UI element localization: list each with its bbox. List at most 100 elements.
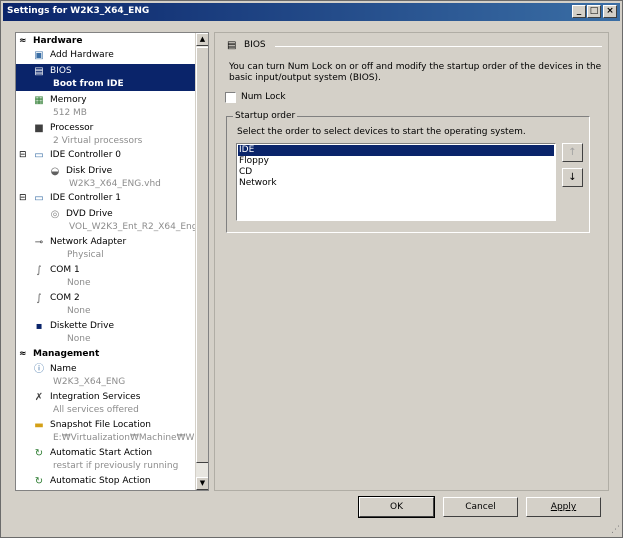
auto-start-icon: ↻ <box>34 448 44 459</box>
memory-icon: ▦ <box>34 95 44 106</box>
apply-button[interactable]: Apply <box>526 497 601 517</box>
tree-item-label: Integration Services <box>50 392 141 402</box>
tree-item-bios[interactable]: ▤ BIOS Boot from IDE <box>16 64 196 91</box>
tree-item-label: Automatic Start Action <box>50 448 153 458</box>
tree-item-sublabel: All services offered <box>53 405 139 415</box>
bios-settings-panel: ▤ BIOS You can turn Num Lock on or off a… <box>214 32 609 491</box>
boot-order-list[interactable]: IDE Floppy CD Network <box>236 143 556 221</box>
tree-item-add-hardware[interactable]: ▣ Add Hardware <box>16 49 196 63</box>
folder-icon: ▬ <box>34 420 44 431</box>
move-up-button[interactable]: ↑ <box>562 143 583 162</box>
bios-icon: ▤ <box>227 40 237 51</box>
tree-item-label: Memory <box>50 95 87 105</box>
tree-item-snapshot-location[interactable]: ▬ Snapshot File Location E:₩Virtualizati… <box>16 418 208 445</box>
integration-services-icon: ✗ <box>34 392 44 403</box>
resize-grip-icon[interactable]: ⋰ <box>611 525 620 535</box>
collapse-expander-icon[interactable]: ⊟ <box>19 150 27 160</box>
scroll-down-button[interactable]: ▼ <box>196 477 208 490</box>
startup-order-group: Startup order Select the order to select… <box>226 111 590 233</box>
auto-stop-icon: ↻ <box>34 476 44 487</box>
tree-item-com1[interactable]: ∫ COM 1 None <box>16 263 196 290</box>
boot-item-network[interactable]: Network <box>238 178 554 189</box>
startup-order-legend: Startup order <box>233 111 298 121</box>
tree-scrollbar[interactable]: ▲ ▼ <box>195 33 208 490</box>
scroll-thumb[interactable] <box>196 47 208 463</box>
com-port-icon: ∫ <box>36 265 42 276</box>
numlock-checkbox[interactable] <box>225 92 236 103</box>
ok-button[interactable]: OK <box>358 496 435 518</box>
section-hardware[interactable]: ≈ Hardware <box>16 35 196 48</box>
ide-controller-icon: ▭ <box>34 193 44 204</box>
move-down-button[interactable]: ↓ <box>562 168 583 187</box>
tree-item-label: Automatic Stop Action <box>50 476 151 486</box>
scroll-up-button[interactable]: ▲ <box>196 33 208 46</box>
tree-item-com2[interactable]: ∫ COM 2 None <box>16 291 196 318</box>
com-port-icon: ∫ <box>36 293 42 304</box>
tree-item-sublabel: Boot from IDE <box>53 79 124 89</box>
tree-item-sublabel: None <box>67 334 91 344</box>
boot-item-cd[interactable]: CD <box>238 167 554 178</box>
section-hardware-label: Hardware <box>33 36 83 46</box>
tree-item-sublabel: restart if previously running <box>53 461 179 471</box>
title-bar[interactable]: Settings for W2K3_X64_ENG _ □ × <box>3 3 620 21</box>
tree-item-memory[interactable]: ▦ Memory 512 MB <box>16 93 196 120</box>
tree-item-label: Add Hardware <box>50 50 114 60</box>
processor-icon: ■ <box>34 123 44 134</box>
dvd-drive-icon: ◎ <box>50 209 60 220</box>
disk-drive-icon: ◒ <box>50 166 60 177</box>
window-title: Settings for W2K3_X64_ENG <box>7 6 150 16</box>
tree-item-dvd-drive[interactable]: ◎ DVD Drive VOL_W2K3_Ent_R2_X64_Eng_... <box>16 207 208 234</box>
tree-item-sublabel: 2 Virtual processors <box>53 136 143 146</box>
collapse-icon: ≈ <box>19 36 27 46</box>
tree-item-sublabel: None <box>67 278 91 288</box>
tree-item-label: Network Adapter <box>50 237 127 247</box>
section-management[interactable]: ≈ Management <box>16 348 196 361</box>
tree-item-disk-drive[interactable]: ◒ Disk Drive W2K3_X64_ENG.vhd <box>16 164 196 191</box>
bios-header-label: BIOS <box>244 40 266 50</box>
startup-order-hint: Select the order to select devices to st… <box>237 127 526 137</box>
tree-item-label: IDE Controller 1 <box>50 193 121 203</box>
network-adapter-icon: ⊸ <box>34 237 44 248</box>
boot-item-ide[interactable]: IDE <box>238 145 554 156</box>
tree-item-sublabel: Physical <box>67 250 104 260</box>
tree-item-network-adapter[interactable]: ⊸ Network Adapter Physical <box>16 235 196 262</box>
tree-item-processor[interactable]: ■ Processor 2 Virtual processors <box>16 121 196 148</box>
tree-item-auto-start[interactable]: ↻ Automatic Start Action restart if prev… <box>16 446 196 473</box>
name-icon: ⓘ <box>34 364 44 375</box>
minimize-button[interactable]: _ <box>572 5 586 18</box>
add-hardware-icon: ▣ <box>34 50 44 61</box>
tree-item-sublabel: VOL_W2K3_Ent_R2_X64_Eng_... <box>69 222 209 232</box>
tree-item-label: IDE Controller 0 <box>50 150 121 160</box>
tree-item-ide-controller-1[interactable]: ⊟ ▭ IDE Controller 1 <box>16 192 196 206</box>
collapse-icon: ≈ <box>19 349 27 359</box>
tree-item-sublabel: E:₩Virtualization₩Machine₩W2K3 <box>53 433 209 443</box>
close-button[interactable]: × <box>603 5 617 18</box>
tree-item-integration-services[interactable]: ✗ Integration Services All services offe… <box>16 390 196 417</box>
tree-item-label: Name <box>50 364 77 374</box>
cancel-button[interactable]: Cancel <box>443 497 518 517</box>
tree-item-label: Disk Drive <box>66 166 113 176</box>
tree-item-diskette-drive[interactable]: ▪ Diskette Drive None <box>16 319 196 346</box>
tree-item-name[interactable]: ⓘ Name W2K3_X64_ENG <box>16 362 196 389</box>
diskette-icon: ▪ <box>35 321 43 332</box>
bios-description: You can turn Num Lock on or off and modi… <box>229 62 602 83</box>
maximize-button[interactable]: □ <box>587 5 601 18</box>
settings-window: Settings for W2K3_X64_ENG _ □ × ≈ Hardwa… <box>0 0 623 538</box>
tree-item-label: COM 1 <box>50 265 80 275</box>
bios-header: ▤ BIOS <box>227 39 602 53</box>
tree-item-sublabel: 512 MB <box>53 108 87 118</box>
boot-item-floppy[interactable]: Floppy <box>238 156 554 167</box>
section-management-label: Management <box>33 349 100 359</box>
tree-item-auto-stop[interactable]: ↻ Automatic Stop Action <box>16 474 196 490</box>
ide-controller-icon: ▭ <box>34 150 44 161</box>
tree-item-ide-controller-0[interactable]: ⊟ ▭ IDE Controller 0 <box>16 149 196 163</box>
bios-icon: ▤ <box>34 66 44 77</box>
tree-item-sublabel: W2K3_X64_ENG.vhd <box>69 179 161 189</box>
settings-tree: ≈ Hardware ▣ Add Hardware ▤ BIOS Boot fr… <box>15 32 209 491</box>
collapse-expander-icon[interactable]: ⊟ <box>19 193 27 203</box>
tree-item-label: BIOS <box>50 66 72 76</box>
tree-item-label: DVD Drive <box>66 209 113 219</box>
numlock-label[interactable]: Num Lock <box>241 92 286 102</box>
header-divider <box>275 46 602 47</box>
tree-item-sublabel: None <box>67 306 91 316</box>
